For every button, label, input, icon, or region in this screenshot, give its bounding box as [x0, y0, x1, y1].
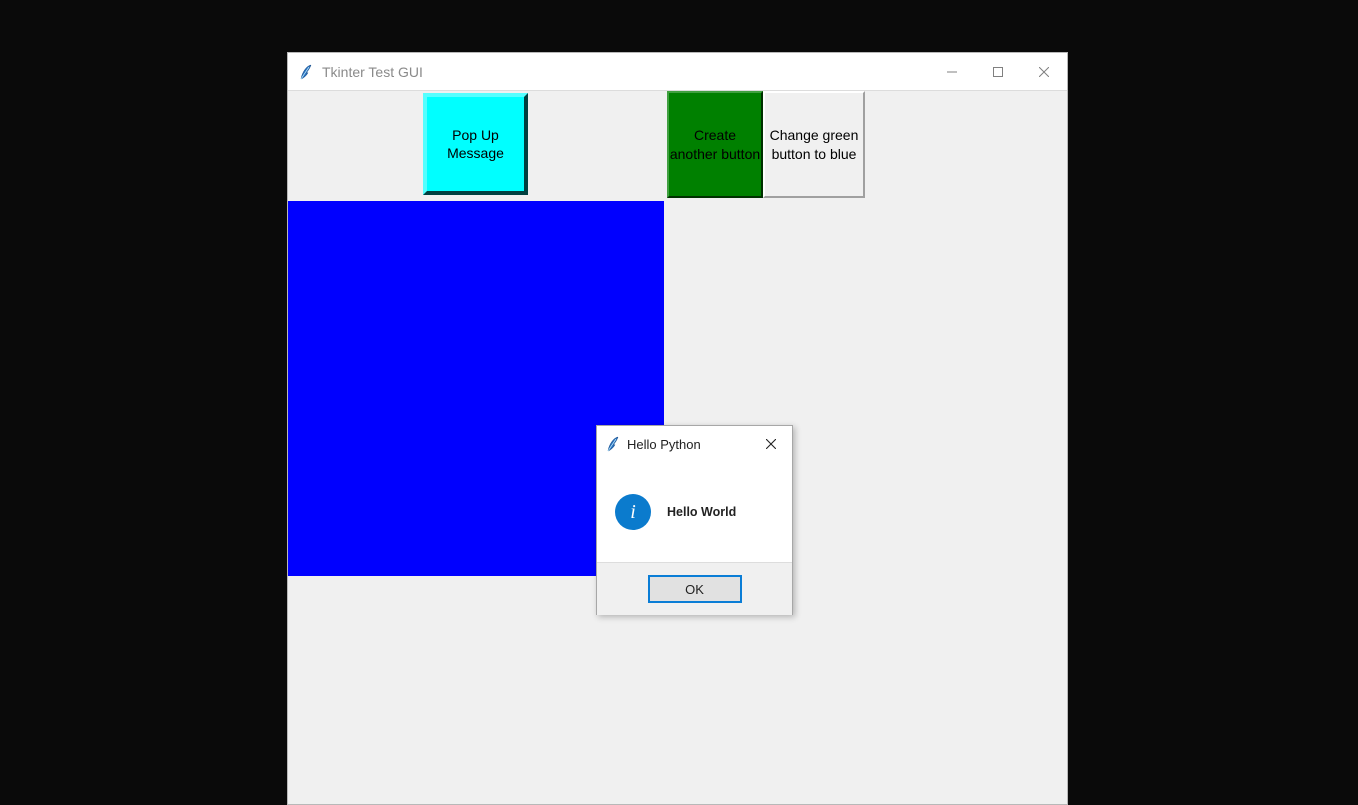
dialog-body: i Hello World	[597, 462, 792, 562]
info-icon-glyph: i	[630, 501, 636, 524]
window-title: Tkinter Test GUI	[322, 64, 929, 80]
maximize-button[interactable]	[975, 53, 1021, 90]
dialog-title: Hello Python	[627, 437, 750, 452]
messagebox-dialog: Hello Python i Hello World OK	[596, 425, 793, 615]
create-another-button[interactable]: Create another button	[667, 91, 763, 198]
change-green-to-blue-button-label: Change green button to blue	[765, 126, 863, 164]
change-green-to-blue-button[interactable]: Change green button to blue	[763, 91, 865, 198]
info-icon: i	[615, 494, 651, 530]
window-controls	[929, 53, 1067, 90]
minimize-button[interactable]	[929, 53, 975, 90]
dialog-footer: OK	[597, 562, 792, 615]
dialog-ok-button-label: OK	[685, 582, 704, 597]
dialog-message: Hello World	[667, 505, 736, 519]
dialog-close-button[interactable]	[750, 426, 792, 462]
close-button[interactable]	[1021, 53, 1067, 90]
popup-message-button[interactable]: Pop Up Message	[423, 93, 528, 195]
popup-message-button-label: Pop Up Message	[427, 126, 524, 162]
tkinter-feather-icon	[605, 436, 621, 452]
dialog-ok-button[interactable]: OK	[648, 575, 742, 603]
dialog-titlebar[interactable]: Hello Python	[597, 426, 792, 462]
titlebar[interactable]: Tkinter Test GUI	[288, 53, 1067, 91]
create-another-button-label: Create another button	[669, 126, 761, 162]
tkinter-feather-icon	[298, 64, 314, 80]
